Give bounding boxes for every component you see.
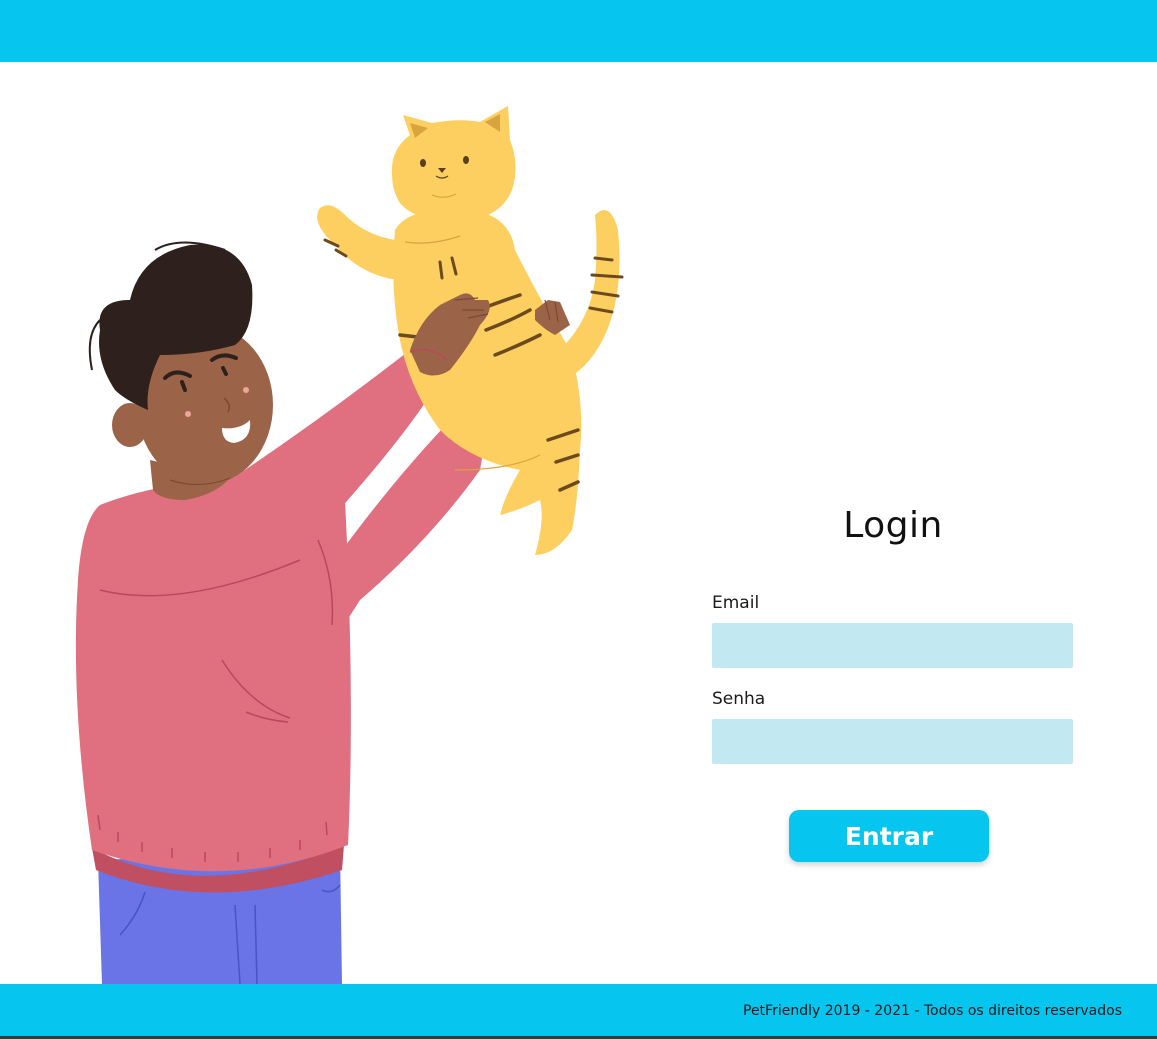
login-page: Login Email Senha Entrar PetFriendly 201… — [0, 0, 1157, 1039]
footer-bar: PetFriendly 2019 - 2021 - Todos os direi… — [0, 984, 1157, 1036]
email-label: Email — [712, 593, 760, 613]
ear — [112, 403, 148, 447]
sweater-body — [75, 476, 351, 872]
password-input[interactable] — [712, 719, 1073, 764]
password-label: Senha — [712, 689, 766, 709]
password-field-group: Senha — [712, 688, 1074, 764]
footer-copyright: PetFriendly 2019 - 2021 - Todos os direi… — [743, 1003, 1122, 1019]
login-submit-button[interactable]: Entrar — [789, 810, 989, 862]
man-lifting-cat-illustration — [75, 106, 624, 984]
email-field-group: Email — [712, 592, 1074, 668]
login-form: Login Email Senha — [712, 500, 1074, 764]
email-input[interactable] — [712, 623, 1073, 668]
top-header-bar — [0, 0, 1157, 62]
login-title: Login — [843, 505, 943, 546]
